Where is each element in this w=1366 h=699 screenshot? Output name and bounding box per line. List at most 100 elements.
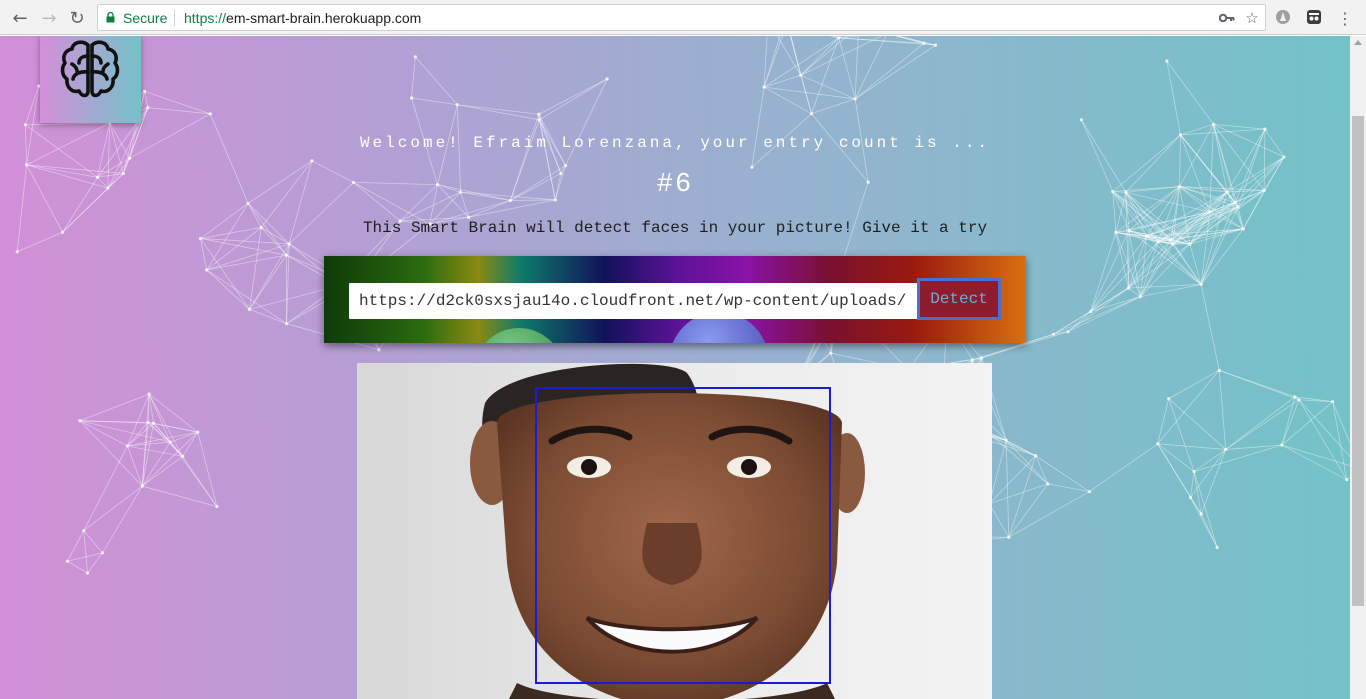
particle-link	[1213, 123, 1265, 130]
page-scrollbar[interactable]	[1350, 36, 1366, 699]
particle-link	[1008, 455, 1037, 538]
particle-link	[854, 36, 887, 100]
particle-dot	[208, 112, 212, 116]
particle-link	[1053, 311, 1091, 335]
particle-dot	[82, 528, 86, 533]
particle-link	[838, 37, 924, 44]
particle-dot	[284, 253, 289, 257]
particle-dot	[537, 118, 541, 122]
particle-link	[1281, 401, 1333, 446]
particle-dot	[1167, 397, 1171, 401]
particle-link	[800, 75, 812, 114]
particle-link	[83, 445, 128, 531]
image-link-form: Detect	[324, 256, 1026, 343]
particle-link	[1089, 443, 1158, 492]
extension-icon[interactable]	[1274, 8, 1292, 26]
particle-link	[1200, 449, 1227, 515]
particle-dot	[198, 236, 203, 241]
particle-dot	[809, 112, 814, 116]
particle-dot	[1345, 478, 1349, 482]
back-icon[interactable]: ←	[8, 6, 32, 30]
particle-dot	[979, 356, 984, 360]
address-bar[interactable]: Secure https://em-smart-brain.herokuapp.…	[97, 4, 1266, 31]
particle-link	[411, 97, 458, 106]
particle-dot	[65, 559, 70, 563]
particle-dot	[168, 440, 172, 444]
menu-icon[interactable]: ⋮	[1333, 6, 1357, 30]
entry-count: #6	[656, 170, 694, 200]
page-viewport: Welcome! Efraim Lorenzana, your entry co…	[0, 36, 1350, 699]
particle-link	[896, 36, 936, 46]
particle-link	[200, 238, 250, 310]
face-image	[357, 363, 992, 699]
particle-dot	[1079, 118, 1083, 122]
particle-link	[83, 530, 103, 554]
particle-dot	[1236, 205, 1240, 209]
particle-link	[763, 86, 812, 115]
brain-icon	[60, 40, 120, 98]
particle-link	[127, 422, 154, 447]
particle-dot	[1297, 398, 1301, 402]
particle-dot	[100, 551, 105, 555]
particle-link	[83, 530, 88, 574]
particle-link	[800, 37, 840, 76]
particle-dot	[1215, 545, 1219, 550]
particle-link	[206, 269, 287, 325]
particle-link	[249, 243, 290, 310]
particle-link	[1219, 369, 1300, 401]
incognito-icon[interactable]	[1305, 8, 1323, 26]
particle-link	[1005, 440, 1010, 538]
particle-link	[1225, 399, 1300, 450]
particle-link	[25, 85, 40, 125]
particle-dot	[1188, 495, 1193, 500]
particle-link	[126, 445, 143, 487]
scroll-up-arrow[interactable]	[1354, 40, 1362, 45]
reload-icon[interactable]: ↻	[65, 6, 89, 30]
particle-link	[1053, 296, 1141, 335]
lock-icon	[106, 12, 115, 23]
particle-dot	[1066, 330, 1070, 334]
scrollbar-thumb[interactable]	[1352, 116, 1364, 606]
particle-link	[182, 456, 218, 507]
particle-link	[79, 393, 150, 422]
url-host: em-smart-brain.herokuapp.com	[226, 10, 422, 26]
image-url-input[interactable]	[349, 283, 918, 319]
key-icon[interactable]	[1218, 9, 1236, 27]
particle-dot	[147, 392, 151, 396]
particle-link	[1172, 243, 1202, 285]
particle-link	[838, 37, 856, 100]
particle-link	[415, 56, 458, 105]
particle-dot	[146, 420, 150, 425]
particle-dot	[1171, 242, 1175, 246]
face-bounding-box	[535, 387, 831, 684]
particle-link	[1128, 284, 1202, 289]
particle-link	[1332, 401, 1350, 444]
particle-link	[1200, 228, 1244, 285]
particle-link	[144, 91, 149, 108]
particle-dot	[922, 41, 926, 45]
decorative-orb	[474, 328, 564, 343]
star-icon[interactable]: ☆	[1243, 9, 1261, 27]
particle-dot	[143, 89, 147, 93]
detect-button[interactable]: Detect	[917, 278, 1001, 320]
particle-dot	[1126, 286, 1131, 290]
particle-dot	[837, 36, 841, 40]
particle-dot	[246, 201, 250, 205]
particle-link	[1067, 296, 1141, 333]
particle-dot	[1233, 200, 1237, 205]
particle-dot	[1004, 438, 1008, 442]
particle-dot	[455, 103, 459, 107]
particle-dot	[23, 123, 28, 127]
particle-dot	[1282, 155, 1286, 159]
particle-dot	[215, 504, 219, 509]
forward-icon[interactable]: →	[37, 6, 61, 30]
particle-dot	[750, 165, 754, 169]
particle-link	[148, 393, 171, 443]
particle-dot	[1192, 469, 1196, 474]
particle-dot	[377, 348, 381, 352]
particle-dot	[762, 85, 766, 89]
particle-link	[457, 104, 540, 121]
particle-link	[142, 485, 218, 507]
particle-dot	[933, 43, 938, 47]
particle-link	[538, 78, 608, 115]
